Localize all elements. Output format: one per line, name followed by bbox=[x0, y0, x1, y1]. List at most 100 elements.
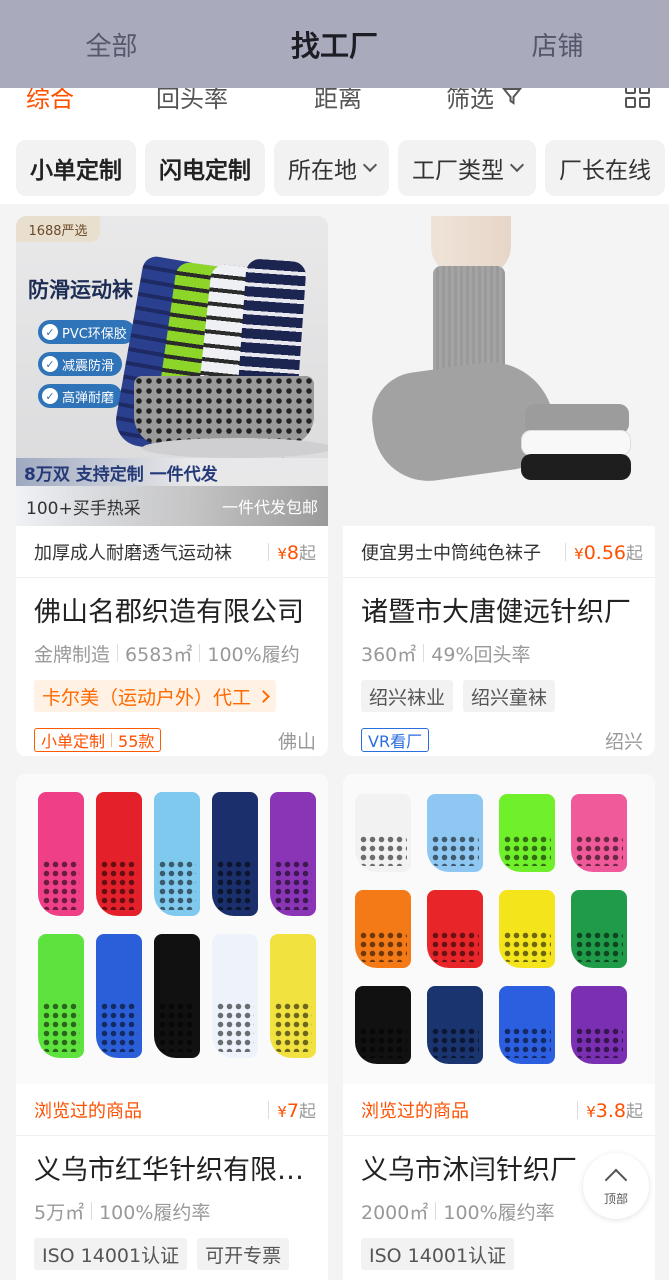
chip-factory-type[interactable]: 工厂类型 bbox=[398, 140, 536, 196]
divider bbox=[199, 644, 201, 662]
divider bbox=[268, 1100, 270, 1119]
divider bbox=[268, 542, 270, 561]
tag-label: 卡尔美（运动户外）代工 bbox=[42, 686, 252, 709]
currency-symbol: ¥ bbox=[277, 545, 287, 563]
product-image[interactable] bbox=[16, 774, 328, 1084]
dropship-caption: 一件代发包邮 bbox=[221, 498, 318, 517]
sock-picture bbox=[499, 890, 555, 968]
divider bbox=[577, 1100, 579, 1119]
chip-label: 厂长在线 bbox=[559, 158, 651, 184]
product-name: 加厚成人耐磨透气运动袜 bbox=[34, 542, 232, 564]
factory-tags: ISO 14001认证 bbox=[343, 1238, 655, 1270]
tab-find-factory[interactable]: 找工厂 bbox=[245, 23, 425, 65]
grip-dots bbox=[216, 1002, 254, 1052]
chip-small-order-custom[interactable]: 小单定制 bbox=[16, 140, 136, 196]
grip-dots bbox=[100, 860, 138, 910]
stat-fulfillment: 100%履约 bbox=[207, 643, 300, 666]
price-value: 0.56 bbox=[583, 542, 626, 564]
stat-fulfillment: 100%履约率 bbox=[443, 1201, 555, 1224]
price-suffix: 起 bbox=[626, 544, 643, 564]
tab-shops[interactable]: 店铺 bbox=[468, 26, 648, 63]
viewed-products-label: 浏览过的商品 bbox=[34, 1100, 142, 1122]
invoice-tag[interactable]: 可开专票 bbox=[197, 1238, 290, 1270]
factory-city: 绍兴 bbox=[604, 730, 643, 753]
grip-dots bbox=[503, 1027, 551, 1058]
product-row[interactable]: 便宜男士中筒纯色袜子 ¥0.56起 bbox=[343, 526, 655, 578]
chip-location[interactable]: 所在地 bbox=[274, 140, 389, 196]
viewed-products-label: 浏览过的商品 bbox=[361, 1100, 469, 1122]
factory-name[interactable]: 诸暨市大唐健远针织厂 bbox=[343, 578, 655, 636]
product-image[interactable]: 1688严选 防滑运动袜 ✓ PVC环保胶 ✓ 减震防滑 ✓ 高弹耐磨 8万双 支持定… bbox=[16, 216, 328, 526]
grip-dots bbox=[216, 860, 254, 910]
currency-symbol: ¥ bbox=[586, 1103, 596, 1121]
price-suffix: 起 bbox=[299, 544, 316, 564]
grip-dots bbox=[431, 835, 479, 866]
product-row[interactable]: 加厚成人耐磨透气运动袜 ¥8起 bbox=[16, 526, 328, 578]
industry-tag[interactable]: 绍兴袜业 bbox=[361, 680, 454, 712]
grip-dots bbox=[158, 1002, 196, 1052]
chip-flash-custom[interactable]: 闪电定制 bbox=[145, 140, 265, 196]
factory-card[interactable]: 浏览过的商品 ¥7起 义乌市红华针织有限公司 5万㎡ 100%履约率 ISO 1… bbox=[16, 774, 328, 1280]
currency-symbol: ¥ bbox=[277, 1103, 287, 1121]
grip-dots bbox=[359, 835, 407, 866]
card-footer: VR看厂 绍兴 bbox=[343, 724, 655, 756]
factory-name[interactable]: 义乌市红华针织有限公司 bbox=[16, 1136, 328, 1194]
sock-picture bbox=[96, 792, 142, 916]
grip-dots bbox=[158, 860, 196, 910]
sock-picture bbox=[571, 794, 627, 872]
factory-stats: 5万㎡ 100%履约率 bbox=[16, 1194, 328, 1228]
chip-label: 小单定制 bbox=[30, 158, 122, 184]
check-icon: ✓ bbox=[42, 356, 58, 372]
certification-tag[interactable]: ISO 14001认证 bbox=[34, 1238, 188, 1270]
back-to-top-button[interactable]: 顶部 bbox=[583, 1153, 649, 1219]
chevron-right-icon bbox=[257, 689, 270, 703]
divider bbox=[117, 644, 119, 662]
divider bbox=[435, 1202, 437, 1220]
stat-area: 5万㎡ bbox=[34, 1201, 85, 1224]
image-bottom-text: 8万双 支持定制 一件代发 bbox=[24, 465, 218, 485]
factory-card[interactable]: 1688严选 防滑运动袜 ✓ PVC环保胶 ✓ 减震防滑 ✓ 高弹耐磨 8万双 支持定… bbox=[16, 216, 328, 756]
factory-search-page: 全部 找工厂 店铺 综合 回头率 距离 筛选 小单定制 闪电定制 所在地 工厂类… bbox=[0, 0, 669, 1280]
vr-tour-badge[interactable]: VR看厂 bbox=[361, 728, 430, 752]
chip-owner-online[interactable]: 厂长在线 bbox=[545, 140, 665, 196]
benefit-label: 高弹耐磨 bbox=[62, 390, 115, 406]
chevron-down-icon bbox=[362, 157, 378, 173]
benefit-label: PVC环保胶 bbox=[62, 326, 127, 342]
grip-dots bbox=[431, 931, 479, 962]
benefit-tag: ✓ PVC环保胶 bbox=[38, 320, 135, 344]
grip-dots bbox=[42, 1002, 80, 1052]
chip-label: 所在地 bbox=[288, 158, 357, 184]
back-to-top-label: 顶部 bbox=[603, 1191, 628, 1206]
chevron-down-icon bbox=[509, 157, 525, 173]
price-suffix: 起 bbox=[626, 1102, 643, 1122]
stat-area: 2000㎡ bbox=[361, 1201, 429, 1224]
benefit-label: 减震防滑 bbox=[62, 358, 115, 374]
factory-card[interactable]: 便宜男士中筒纯色袜子 ¥0.56起 诸暨市大唐健远针织厂 360㎡ 49%回头率… bbox=[343, 216, 655, 756]
grip-dots bbox=[274, 1002, 312, 1052]
product-row[interactable]: 浏览过的商品 ¥7起 bbox=[16, 1084, 328, 1136]
sock-picture bbox=[355, 986, 411, 1064]
oem-brand-tag[interactable]: 卡尔美（运动户外）代工 bbox=[34, 680, 277, 712]
sock-picture bbox=[427, 794, 483, 872]
grip-dots bbox=[274, 860, 312, 910]
arrow-up-icon bbox=[604, 1168, 628, 1191]
sock-picture bbox=[154, 934, 200, 1058]
factory-name[interactable]: 佛山名郡织造有限公司 bbox=[16, 578, 328, 636]
sock-picture bbox=[571, 986, 627, 1064]
sock-picture bbox=[499, 794, 555, 872]
price-suffix: 起 bbox=[299, 1102, 316, 1122]
certification-tag[interactable]: ISO 14001认证 bbox=[361, 1238, 515, 1270]
image-caption-bar: 100+买手热采 一件代发包邮 bbox=[16, 486, 328, 526]
product-image[interactable] bbox=[343, 774, 655, 1084]
benefit-tag: ✓ 高弹耐磨 bbox=[38, 384, 123, 408]
sock-picture bbox=[571, 890, 627, 968]
sock-picture bbox=[212, 934, 258, 1058]
badge-count: 55款 bbox=[118, 732, 155, 751]
sock-picture bbox=[499, 986, 555, 1064]
tab-all[interactable]: 全部 bbox=[22, 26, 202, 63]
product-row[interactable]: 浏览过的商品 ¥3.8起 bbox=[343, 1084, 655, 1136]
funnel-icon bbox=[502, 88, 522, 105]
grip-pattern bbox=[134, 376, 314, 446]
industry-tag[interactable]: 绍兴童袜 bbox=[463, 680, 556, 712]
product-image[interactable] bbox=[343, 216, 655, 526]
